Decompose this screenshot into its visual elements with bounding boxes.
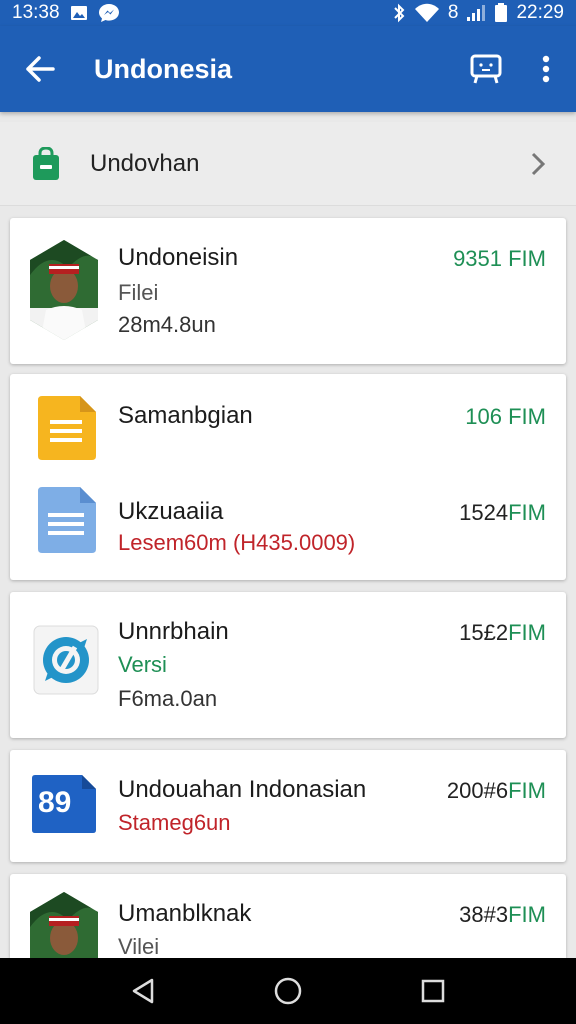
list-item[interactable]: Samanbgian 106 FIM <box>10 374 566 474</box>
battery-level-label: 8 <box>447 2 459 23</box>
list-item[interactable]: Unnrbhain Versi F6ma.0an 15£2FIM <box>10 592 566 738</box>
item-price: 200#6FIM <box>447 778 546 804</box>
item-title: Umanblknak <box>118 900 252 927</box>
signal-icon <box>466 4 486 22</box>
item-title: Undoneisin <box>118 244 239 271</box>
wifi-icon <box>414 3 440 23</box>
document-icon <box>32 486 100 554</box>
sync-app-icon <box>32 625 100 695</box>
item-detail: 28m4.8un <box>118 312 216 337</box>
more-options-button[interactable] <box>516 26 576 112</box>
item-price-currency: FIM <box>508 778 546 803</box>
battery-icon <box>494 3 508 23</box>
circle-home-icon <box>274 977 302 1005</box>
chat-icon <box>98 3 120 23</box>
bluetooth-icon <box>392 3 406 23</box>
item-detail: F6ma.0an <box>118 686 218 711</box>
triangle-back-icon <box>132 978 153 1004</box>
back-button[interactable] <box>0 26 80 112</box>
category-label: Undovhan <box>90 149 200 177</box>
shopping-bag-icon <box>30 144 62 184</box>
category-row[interactable]: Undovhan <box>0 122 576 206</box>
more-vert-icon <box>542 55 550 83</box>
item-price: 1524FIM <box>459 500 546 526</box>
item-title: Ukzuaaiia <box>118 498 224 525</box>
nav-back-button[interactable] <box>113 961 173 1021</box>
square-recents-icon <box>422 979 445 1003</box>
item-title: Undouahan Indonasian <box>118 776 367 803</box>
list-item[interactable]: 89 Undouahan Indonasian Stameg6un 200#6F… <box>10 750 566 862</box>
item-price: 9351 FIM <box>453 246 546 271</box>
page-title: Undonesia <box>94 53 233 84</box>
nav-recents-button[interactable] <box>403 961 463 1021</box>
item-subtitle: Versi <box>118 652 167 677</box>
list-item[interactable]: Undoneisin Filei 28m4.8un 9351 FIM <box>10 218 566 364</box>
list-item[interactable]: Umanblknak Vilei 38#3FIM <box>10 874 566 958</box>
avatar <box>28 890 100 958</box>
item-subtitle: Filei <box>118 280 159 305</box>
item-subtitle: Lesem60m (H435.0009) <box>118 530 356 555</box>
app-icon-label: 89 <box>38 786 72 819</box>
avatar <box>28 238 100 342</box>
gallery-icon <box>70 5 88 21</box>
item-price-value: 1524 <box>459 500 509 525</box>
status-time-right: 22:29 <box>516 2 564 23</box>
item-price-value: 15£2 <box>459 620 509 645</box>
item-subtitle: Vilei <box>118 934 160 958</box>
item-price-value: 38#3 <box>459 902 509 927</box>
item-price-currency: FIM <box>508 500 546 525</box>
arrow-back-icon <box>26 56 55 82</box>
item-price-currency: FIM <box>508 620 546 645</box>
status-time-left: 13:38 <box>12 2 60 23</box>
item-title: Samanbgian <box>118 402 253 429</box>
item-subtitle: Stameg6un <box>118 810 231 835</box>
status-bar: 13:38 8 22:29 <box>0 0 576 26</box>
cart-button[interactable] <box>456 26 516 112</box>
item-price: 106 FIM <box>465 404 546 429</box>
item-price: 38#3FIM <box>459 902 546 928</box>
notes-icon <box>32 394 100 462</box>
navigation-bar <box>0 958 576 1024</box>
cart-icon <box>470 54 502 84</box>
item-price: 15£2FIM <box>459 620 546 646</box>
list-group: Samanbgian 106 FIM Ukzuaaiia Lesem60m (H… <box>10 374 566 580</box>
chevron-right-icon <box>531 152 546 175</box>
item-title: Unnrbhain <box>118 618 229 645</box>
nav-home-button[interactable] <box>258 961 318 1021</box>
item-price-currency: FIM <box>508 902 546 927</box>
list-item[interactable]: Ukzuaaiia Lesem60m (H435.0009) 1524FIM <box>10 474 566 580</box>
item-price-value: 200#6 <box>446 778 509 803</box>
app-icon: 89 <box>30 774 98 834</box>
app-bar: Undonesia <box>0 26 576 112</box>
